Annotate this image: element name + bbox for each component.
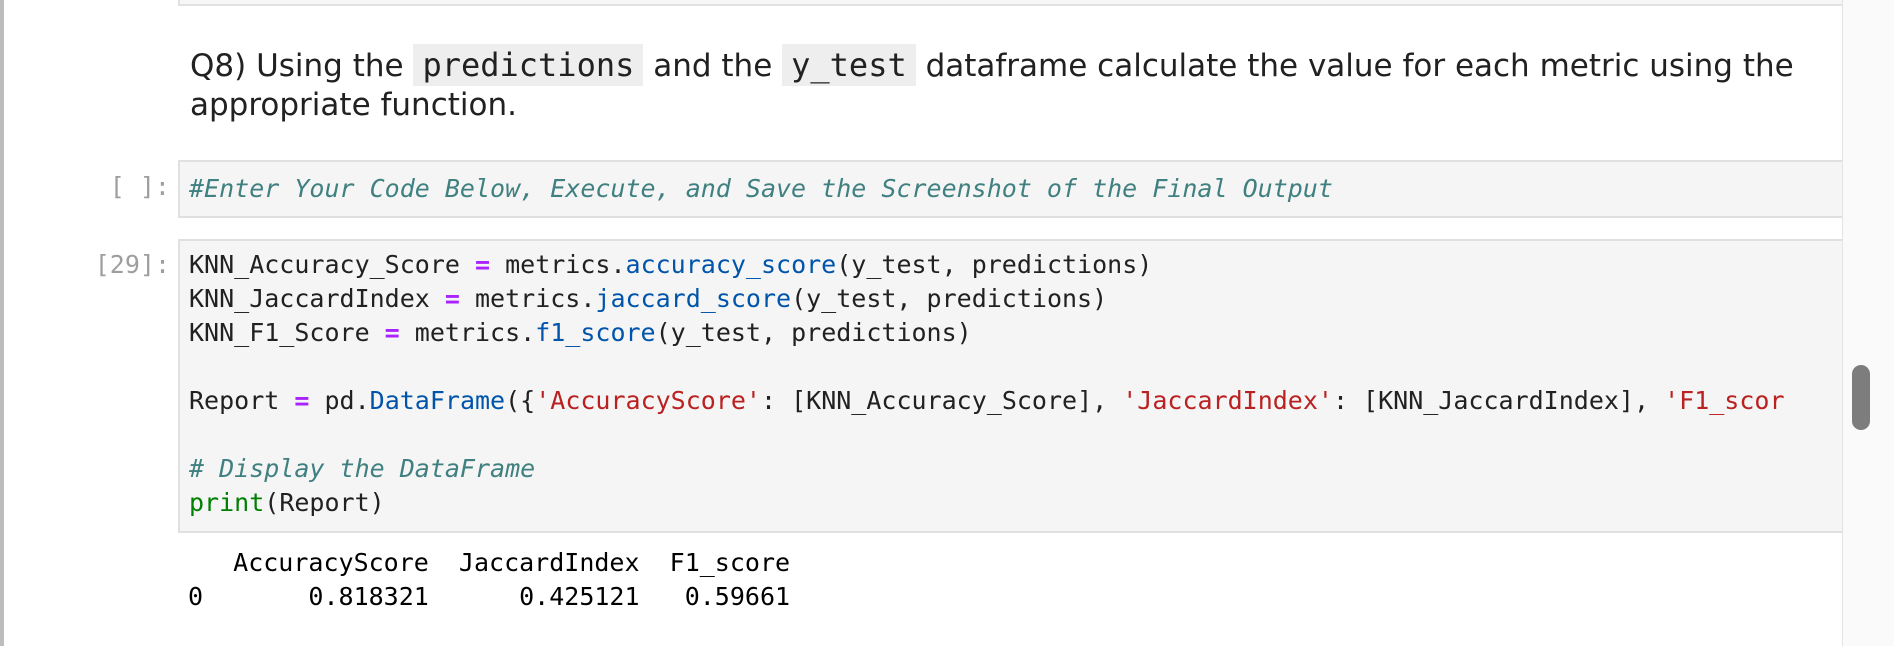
- question-text-prefix: Q8) Using the: [190, 48, 414, 84]
- code-editor[interactable]: KNN_Accuracy_Score = metrics.accuracy_sc…: [180, 241, 1842, 520]
- code-cell-1[interactable]: #Enter Your Code Below, Execute, and Sav…: [178, 160, 1844, 218]
- code-line-2: KNN_JaccardIndex = metrics.jaccard_score…: [189, 284, 1108, 313]
- inline-code-y-test: y_test: [782, 44, 916, 86]
- scrollbar-thumb[interactable]: [1852, 365, 1870, 430]
- code-line-3: KNN_F1_Score = metrics.f1_score(y_test, …: [189, 318, 972, 347]
- code-line-1: KNN_Accuracy_Score = metrics.accuracy_sc…: [189, 250, 1153, 279]
- code-cell-2[interactable]: KNN_Accuracy_Score = metrics.accuracy_sc…: [178, 239, 1844, 533]
- cell1-comment: #Enter Your Code Below, Execute, and Sav…: [189, 174, 1333, 203]
- code-line-8: print(Report): [189, 488, 385, 517]
- output-header: AccuracyScore JaccardIndex F1_score: [188, 548, 791, 577]
- markdown-question: Q8) Using the predictions and the y_test…: [190, 44, 1830, 125]
- inline-code-predictions: predictions: [413, 44, 644, 86]
- cell-output: AccuracyScore JaccardIndex F1_score 0 0.…: [188, 546, 790, 614]
- output-row-0: 0 0.818321 0.425121 0.59661: [188, 582, 791, 611]
- scrollbar-track[interactable]: [1842, 0, 1894, 646]
- previous-cell-edge: [178, 0, 1848, 6]
- left-border: [0, 0, 4, 646]
- cell2-prompt: [29]:: [94, 250, 170, 279]
- code-line-5: Report = pd.DataFrame({'AccuracyScore': …: [189, 386, 1785, 415]
- cell1-prompt: [ ]:: [109, 172, 170, 201]
- code-line-7: # Display the DataFrame: [189, 454, 536, 483]
- question-text-mid: and the: [643, 48, 783, 84]
